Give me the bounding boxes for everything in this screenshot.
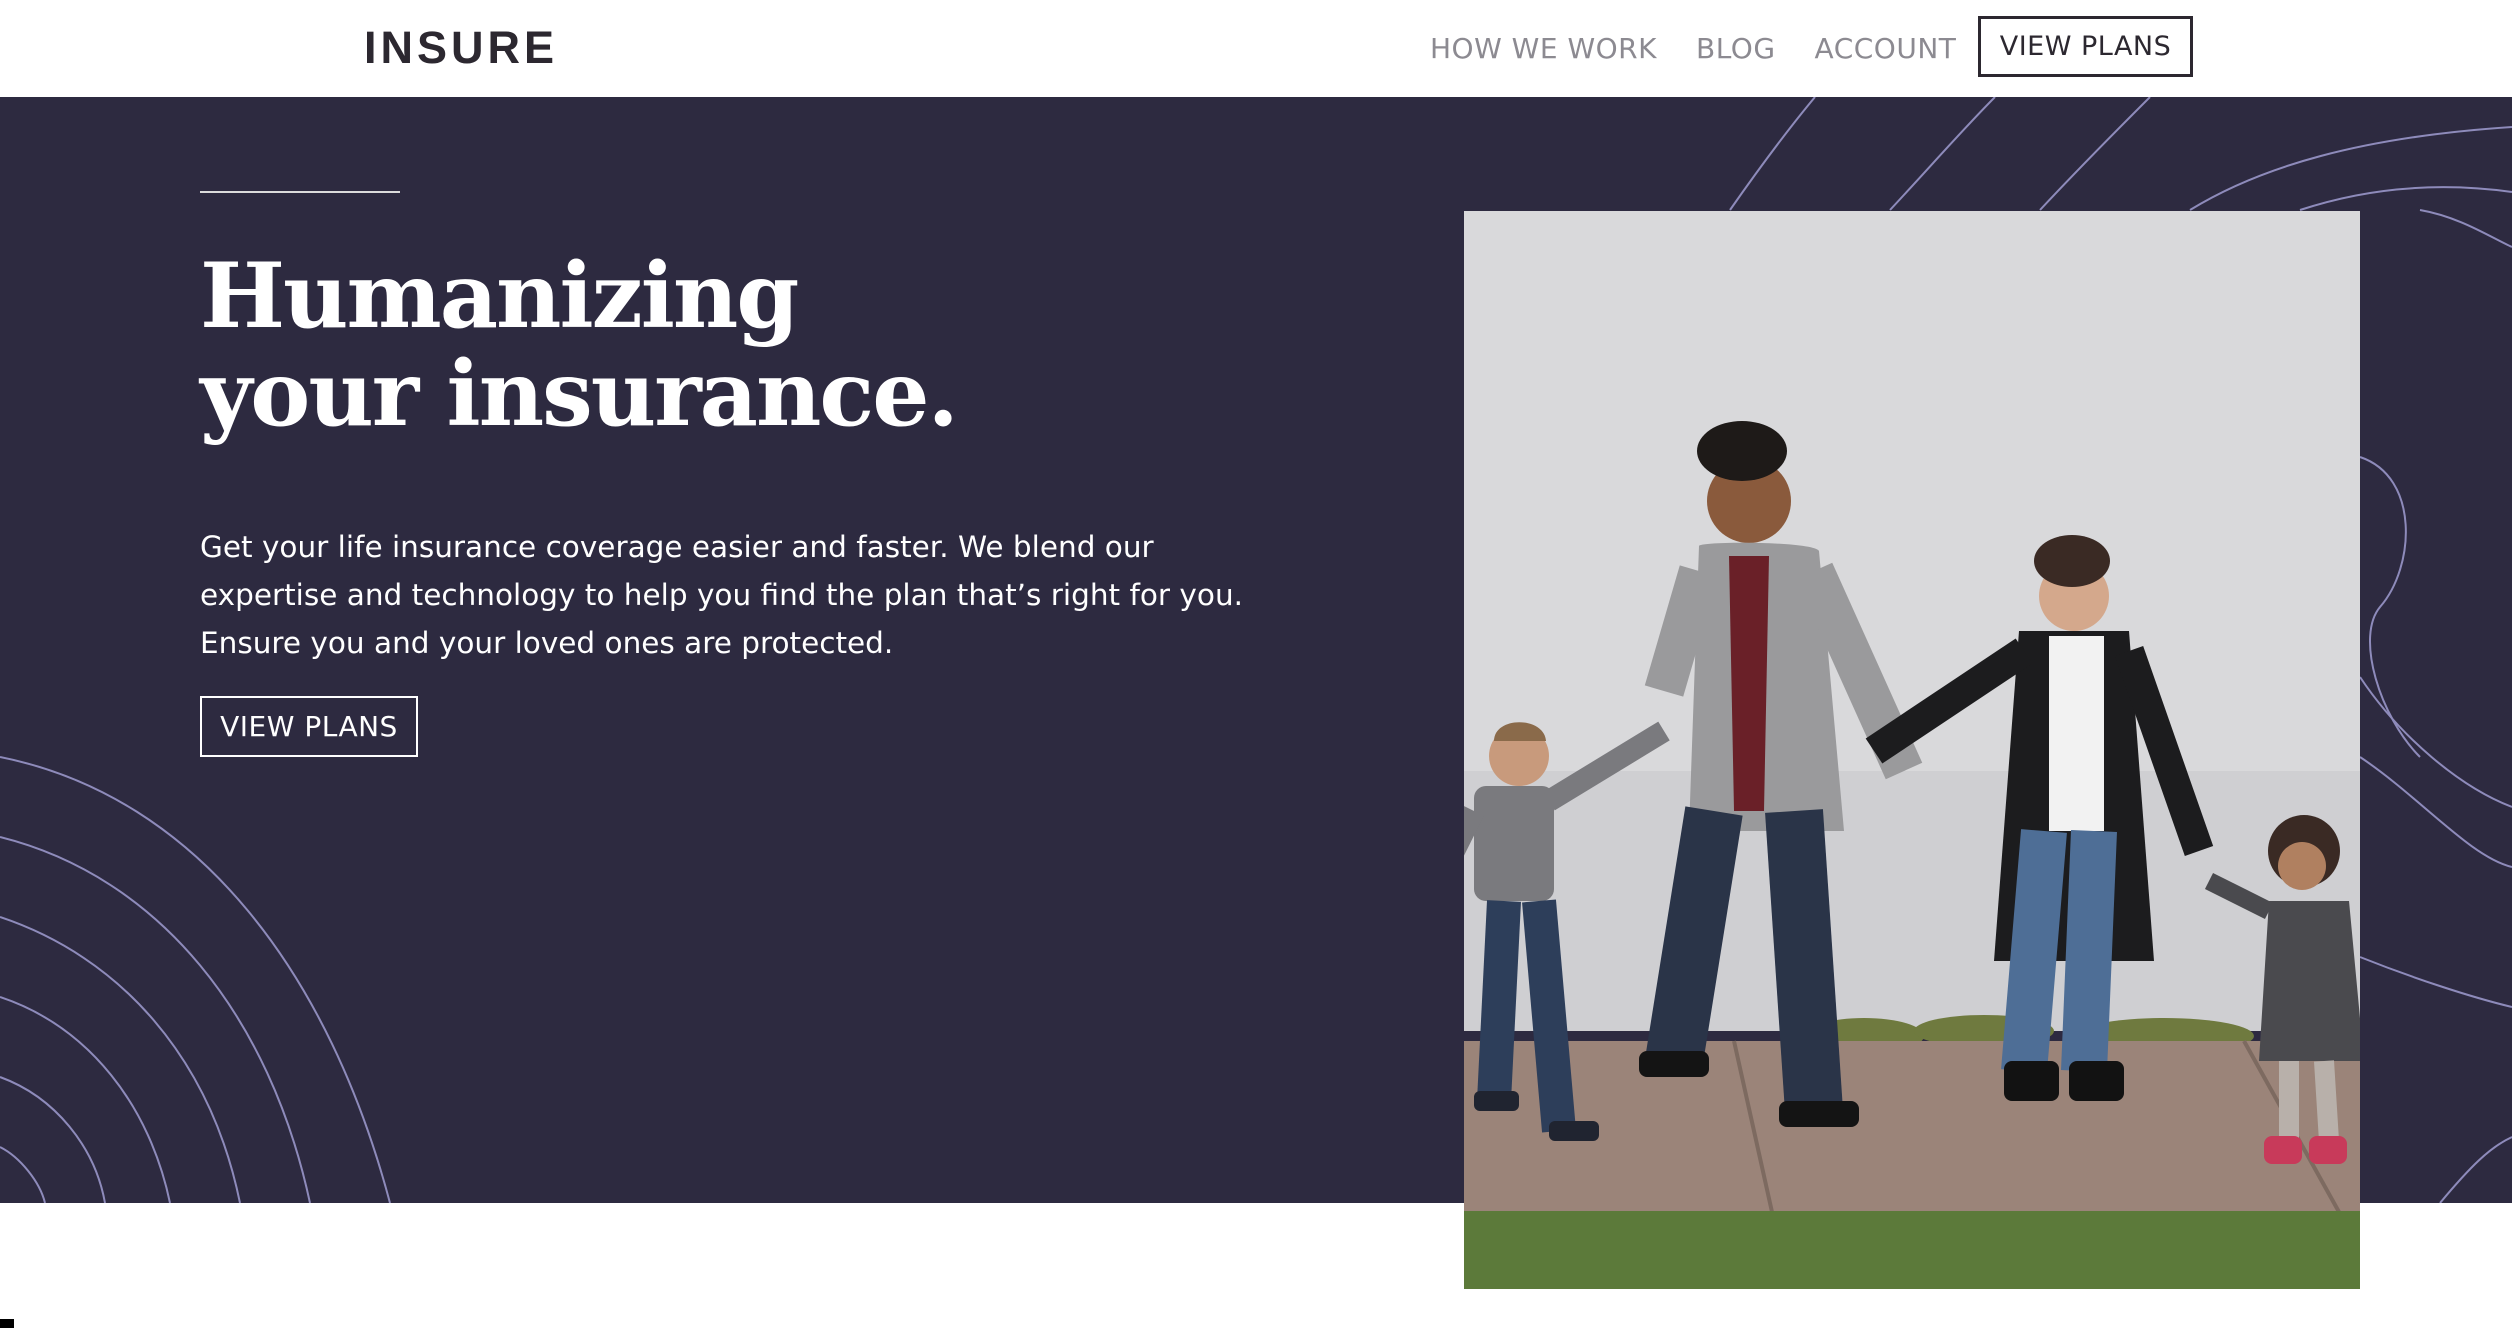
hero-title: Humanizing your insurance. — [200, 247, 1100, 443]
nav-link-how-we-work[interactable]: HOW WE WORK — [1430, 32, 1657, 65]
title-divider — [200, 191, 400, 193]
window-corner — [0, 1319, 14, 1328]
nav-links: HOW WE WORK BLOG ACCOUNT — [1430, 16, 1995, 80]
hero-title-line-2: your insurance. — [200, 341, 959, 447]
nav-view-plans-button[interactable]: VIEW PLANS — [1978, 16, 2193, 77]
top-nav: INSURE HOW WE WORK BLOG ACCOUNT VIEW PLA… — [0, 0, 2512, 97]
hero-view-plans-button[interactable]: VIEW PLANS — [200, 696, 418, 757]
nav-link-account[interactable]: ACCOUNT — [1815, 32, 1957, 65]
logo[interactable]: INSURE — [364, 20, 558, 76]
hero-description: Get your life insurance coverage easier … — [200, 530, 1244, 660]
nav-link-blog[interactable]: BLOG — [1696, 32, 1776, 65]
family-photo — [1464, 211, 2360, 1289]
hero-title-line-1: Humanizing — [200, 243, 799, 349]
